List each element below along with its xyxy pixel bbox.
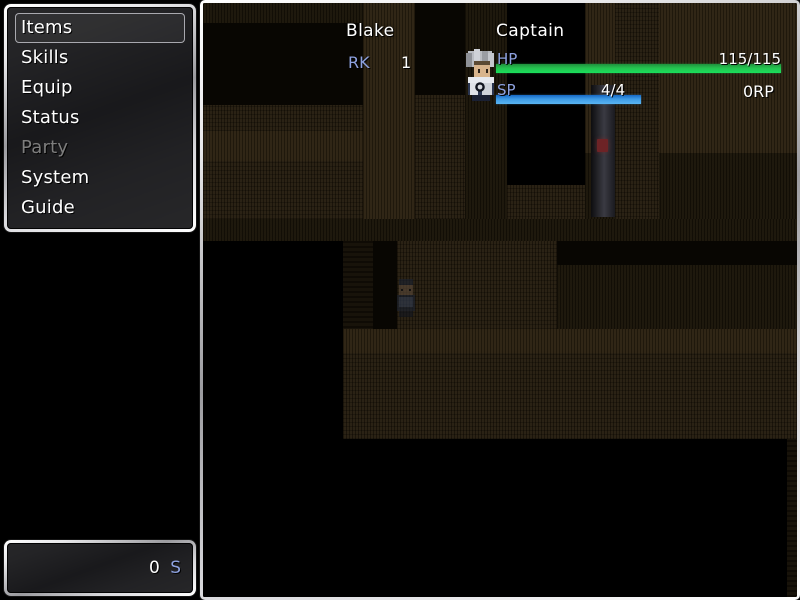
command-item-party: Party xyxy=(21,137,69,158)
npc-character-sprite xyxy=(397,279,415,317)
map-tile xyxy=(465,3,507,223)
map-tile xyxy=(557,265,797,329)
command-menu-window: Items Skills Equip Status Party System Guide xyxy=(4,4,196,232)
map-canvas[interactable]: Blake Captain RK 1 HP 115/115 SP 4/4 0RP xyxy=(203,3,797,597)
gold-value: 0 xyxy=(148,558,160,578)
command-item-equip[interactable]: Equip xyxy=(15,73,185,103)
command-list: Items Skills Equip Status Party System Guide xyxy=(7,13,193,223)
map-tile xyxy=(203,131,363,161)
gold-row: 0 S xyxy=(149,558,181,578)
map-tile xyxy=(343,329,797,353)
map-tile xyxy=(203,105,363,131)
map-tile xyxy=(507,3,585,185)
gold-currency-unit: S xyxy=(170,558,181,578)
command-item-skills[interactable]: Skills xyxy=(15,43,185,73)
event-marker-icon xyxy=(597,139,608,152)
map-tile xyxy=(557,241,797,265)
command-item-status[interactable]: Status xyxy=(15,103,185,133)
map-tile xyxy=(203,23,363,105)
map-tile xyxy=(203,161,363,219)
map-tile xyxy=(203,3,363,23)
map-tile xyxy=(343,353,797,439)
map-tile xyxy=(203,439,787,597)
map-window: Blake Captain RK 1 HP 115/115 SP 4/4 0RP xyxy=(200,0,800,600)
map-tile xyxy=(397,241,557,329)
game-screen: Blake Captain RK 1 HP 115/115 SP 4/4 0RP… xyxy=(0,0,800,600)
command-item-items[interactable]: Items xyxy=(15,13,185,43)
map-tile xyxy=(415,95,465,223)
player-character-sprite xyxy=(466,49,494,101)
command-item-system[interactable]: System xyxy=(15,163,185,193)
gold-window: 0 S xyxy=(4,540,196,596)
map-tile xyxy=(787,439,797,597)
command-item-guide[interactable]: Guide xyxy=(15,193,185,223)
map-tile xyxy=(203,219,797,241)
map-tile xyxy=(615,3,659,225)
map-tile xyxy=(363,3,415,223)
map-tile xyxy=(203,241,343,353)
